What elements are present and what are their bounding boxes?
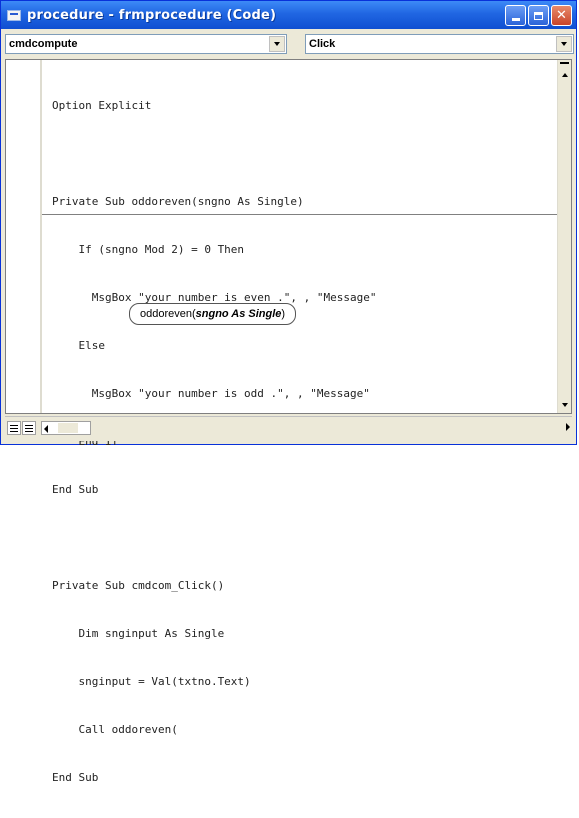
- arrow-up-icon: [561, 72, 568, 77]
- maximize-icon: [534, 11, 543, 20]
- code-line: MsgBox "your number is even .", , "Messa…: [52, 291, 377, 304]
- tooltip-param: sngno As Single: [195, 308, 282, 320]
- code-text[interactable]: Option Explicit Private Sub oddoreven(sn…: [52, 66, 557, 818]
- bottom-bar: [5, 416, 572, 441]
- code-line: End Sub: [52, 483, 99, 496]
- object-dropdown-button[interactable]: [269, 36, 285, 52]
- code-line: Call oddoreven(: [52, 723, 178, 736]
- code-line: If (sngno Mod 2) = 0 Then: [52, 243, 245, 256]
- scroll-down-button[interactable]: [559, 398, 570, 411]
- tooltip-prefix: oddoreven(: [140, 308, 196, 320]
- minimize-button[interactable]: [505, 5, 526, 26]
- code-window-icon: [7, 9, 21, 21]
- procedure-dropdown-button[interactable]: [556, 36, 572, 52]
- full-module-view-button[interactable]: [22, 421, 36, 435]
- scroll-thumb[interactable]: [58, 423, 78, 433]
- code-line: Else: [52, 339, 105, 352]
- vertical-scrollbar[interactable]: [557, 60, 571, 413]
- chevron-down-icon: [561, 42, 567, 46]
- arrow-right-icon[interactable]: [566, 423, 570, 431]
- procedure-view-button[interactable]: [7, 421, 21, 435]
- split-bar[interactable]: [560, 62, 569, 64]
- maximize-button[interactable]: [528, 5, 549, 26]
- code-line: Dim snginput As Single: [52, 627, 225, 640]
- close-button[interactable]: ✕: [551, 5, 572, 26]
- code-editor[interactable]: Option Explicit Private Sub oddoreven(sn…: [5, 59, 572, 784]
- procedure-dropdown-value: Click: [309, 38, 336, 50]
- arrow-down-icon: [561, 402, 568, 407]
- minimize-icon: [511, 18, 520, 21]
- close-icon: ✕: [556, 8, 567, 23]
- title-bar[interactable]: procedure - frmprocedure (Code) ✕: [1, 1, 576, 29]
- quick-info-tooltip: oddoreven(sngno As Single): [129, 303, 297, 325]
- procedure-separator: [42, 214, 557, 215]
- object-dropdown-value: cmdcompute: [9, 38, 78, 50]
- code-line: End Sub: [52, 771, 99, 784]
- code-line: snginput = Val(txtno.Text): [52, 675, 251, 688]
- code-window: procedure - frmprocedure (Code) ✕ cmdcom…: [0, 0, 577, 784]
- procedure-view-icon: [10, 424, 18, 432]
- procedure-dropdown[interactable]: Click: [305, 34, 574, 54]
- object-dropdown[interactable]: cmdcompute: [5, 34, 287, 54]
- tooltip-suffix: ): [281, 308, 286, 320]
- chevron-down-icon: [274, 42, 280, 46]
- arrow-left-icon[interactable]: [44, 425, 48, 433]
- window-title: procedure - frmprocedure (Code): [27, 7, 277, 23]
- code-line: Option Explicit: [52, 99, 152, 112]
- horizontal-scrollbar[interactable]: [41, 421, 91, 435]
- code-line: Private Sub oddoreven(sngno As Single): [52, 195, 304, 208]
- margin-indicator-bar[interactable]: [6, 60, 42, 413]
- scroll-up-button[interactable]: [559, 68, 570, 81]
- full-module-view-icon: [25, 424, 33, 432]
- code-line: MsgBox "your number is odd .", , "Messag…: [52, 387, 370, 400]
- code-line: Private Sub cmdcom_Click(): [52, 579, 225, 592]
